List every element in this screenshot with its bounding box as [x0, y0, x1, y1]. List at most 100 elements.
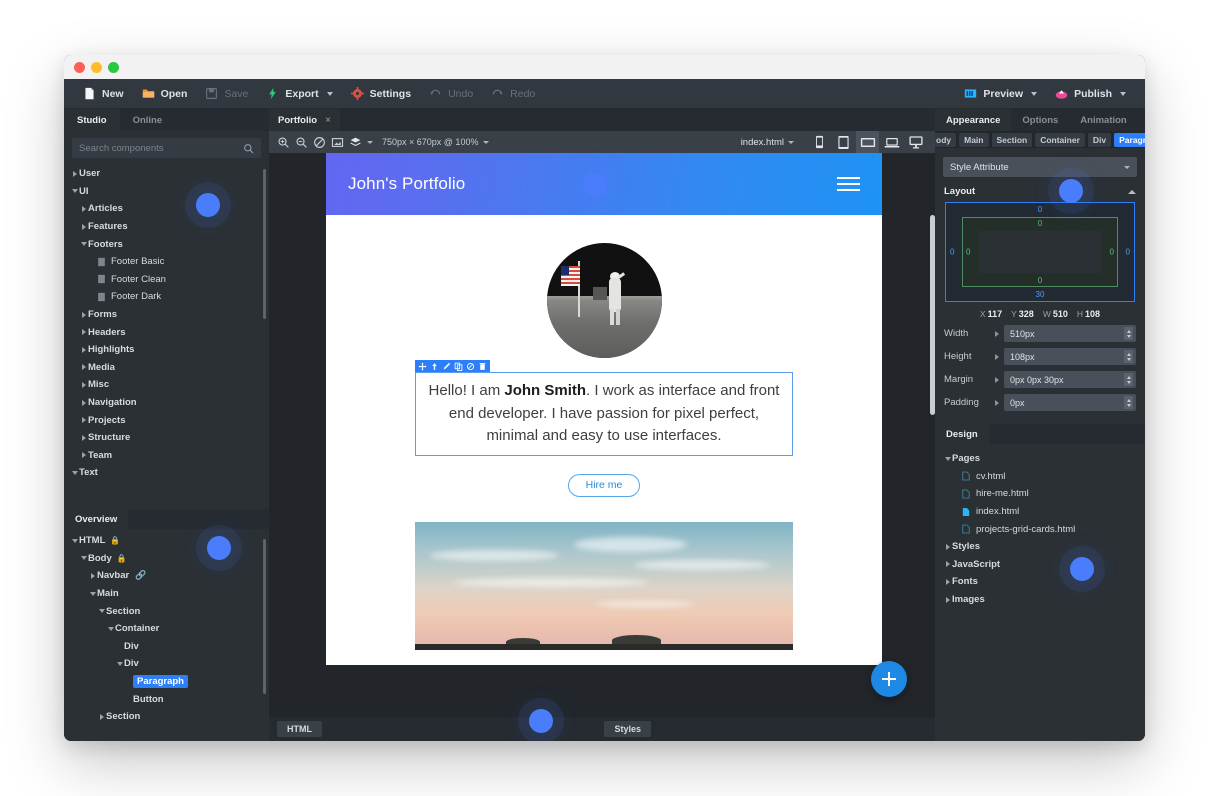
property-stepper[interactable]	[1124, 327, 1133, 340]
twisty-collapsed-icon[interactable]	[79, 381, 88, 388]
component-tree-item[interactable]: User	[64, 165, 269, 183]
publish-button[interactable]: Publish	[1046, 79, 1135, 109]
device-desktop-button[interactable]	[904, 131, 927, 153]
property-input-width[interactable]: 510px	[1004, 325, 1136, 342]
tab-studio[interactable]: Studio	[64, 109, 120, 131]
design-file-item[interactable]: index.html	[935, 503, 1145, 521]
component-tree-item[interactable]: Forms	[64, 306, 269, 324]
page-selector-caret-icon[interactable]	[788, 140, 794, 144]
lock-icon[interactable]: 🔒	[117, 554, 127, 563]
component-tree-item[interactable]: Structure	[64, 429, 269, 447]
design-group-item[interactable]: Pages	[935, 450, 1145, 468]
tab-animation[interactable]: Animation	[1069, 109, 1137, 131]
component-tree-item[interactable]: Media	[64, 359, 269, 377]
tab-options[interactable]: Options	[1011, 109, 1069, 131]
property-stepper[interactable]	[1124, 396, 1133, 409]
canvas-area[interactable]: John's Portfolio Hello! I am John Smith.…	[269, 153, 935, 717]
dom-tree-item[interactable]: Div	[64, 638, 269, 656]
maximize-window-button[interactable]	[108, 61, 119, 73]
close-window-button[interactable]	[74, 61, 85, 73]
twisty-expanded-icon[interactable]	[79, 556, 88, 561]
breadcrumb-item[interactable]: Paragraph	[1114, 132, 1145, 147]
twisty-expanded-icon[interactable]	[79, 242, 88, 247]
padding-left-value[interactable]: 0	[966, 248, 970, 257]
export-button[interactable]: Export	[257, 79, 341, 109]
chevron-down-icon[interactable]	[1124, 165, 1130, 169]
page-selector[interactable]: index.html	[741, 137, 794, 148]
padding-right-value[interactable]: 0	[1110, 248, 1114, 257]
twisty-expanded-icon[interactable]	[70, 189, 79, 194]
component-tree-item[interactable]: Articles	[64, 200, 269, 218]
edit-pencil-icon[interactable]	[442, 362, 451, 371]
component-tree-item[interactable]: Footer Dark	[64, 288, 269, 306]
twisty-collapsed-icon[interactable]	[943, 543, 952, 550]
margin-top-value[interactable]: 0	[1038, 205, 1042, 214]
design-file-item[interactable]: cv.html	[935, 468, 1145, 486]
twisty-collapsed-icon[interactable]	[943, 596, 952, 603]
dom-tree-item[interactable]: Button	[64, 690, 269, 708]
twisty-collapsed-icon[interactable]	[88, 572, 97, 579]
twisty-collapsed-icon[interactable]	[79, 205, 88, 212]
canvas-vertical-scrollbar[interactable]	[930, 215, 935, 415]
property-stepper[interactable]	[1124, 350, 1133, 363]
document-tab-portfolio[interactable]: Portfolio ×	[269, 109, 340, 131]
device-small-screen-button[interactable]	[856, 131, 879, 153]
twisty-collapsed-icon[interactable]	[79, 311, 88, 318]
dom-tree-item[interactable]: HTML 🔒	[64, 532, 269, 550]
components-scrollbar[interactable]	[263, 169, 266, 319]
property-stepper[interactable]	[1124, 373, 1133, 386]
bottom-tab-styles[interactable]: Styles	[604, 721, 651, 737]
dom-tree[interactable]: HTML 🔒 Body 🔒 Navbar 🔗 Main Section Container Div…	[64, 529, 269, 741]
twisty-expanded-icon[interactable]	[70, 538, 79, 543]
breadcrumb-item[interactable]: ody	[935, 132, 957, 147]
twisty-collapsed-icon[interactable]	[79, 364, 88, 371]
delete-trash-icon[interactable]	[478, 362, 487, 371]
sky-landscape-image[interactable]	[415, 521, 793, 650]
new-button[interactable]: New	[74, 79, 133, 109]
breadcrumb-item[interactable]: Main	[959, 132, 989, 147]
dom-tree-item[interactable]: Container	[64, 620, 269, 638]
component-tree-item[interactable]: Headers	[64, 323, 269, 341]
select-parent-arrow-icon[interactable]	[430, 362, 439, 371]
settings-button[interactable]: Settings	[342, 79, 420, 109]
tab-online[interactable]: Online	[120, 109, 176, 131]
twisty-collapsed-icon[interactable]	[79, 346, 88, 353]
property-input-padding[interactable]: 0px	[1004, 394, 1136, 411]
design-file-item[interactable]: projects-grid-cards.html	[935, 520, 1145, 538]
redo-button[interactable]: Redo	[482, 79, 544, 109]
search-components-box[interactable]	[72, 138, 261, 158]
close-tab-icon[interactable]: ×	[325, 115, 331, 126]
dom-tree-item[interactable]: Section	[64, 708, 269, 726]
twisty-expanded-icon[interactable]	[97, 609, 106, 614]
twisty-collapsed-icon[interactable]	[79, 417, 88, 424]
twisty-expanded-icon[interactable]	[106, 626, 115, 631]
layers-caret-icon[interactable]	[367, 140, 373, 144]
twisty-expanded-icon[interactable]	[115, 661, 124, 666]
dom-tree-item[interactable]: Navbar 🔗	[64, 567, 269, 585]
twisty-collapsed-icon[interactable]	[79, 329, 88, 336]
margin-right-value[interactable]: 0	[1126, 248, 1130, 257]
twisty-collapsed-icon[interactable]	[943, 578, 952, 585]
padding-top-value[interactable]: 0	[1038, 219, 1042, 228]
design-group-item[interactable]: Styles	[935, 538, 1145, 556]
tab-appearance[interactable]: Appearance	[935, 109, 1012, 131]
property-expand-icon[interactable]	[995, 330, 999, 337]
twisty-collapsed-icon[interactable]	[79, 434, 88, 441]
avatar[interactable]	[546, 243, 662, 358]
dom-tree-item[interactable]: Div	[64, 655, 269, 673]
component-tree-item[interactable]: Misc	[64, 376, 269, 394]
preview-button[interactable]: Preview	[955, 79, 1046, 109]
dom-scrollbar[interactable]	[263, 539, 266, 694]
design-tree[interactable]: Pages cv.html hire-me.html index.html projec…	[935, 444, 1145, 608]
dom-tree-item[interactable]: Body 🔒	[64, 550, 269, 568]
lock-icon[interactable]: 🔒	[110, 536, 120, 545]
design-group-item[interactable]: JavaScript	[935, 556, 1145, 574]
zoom-in-icon[interactable]	[277, 136, 290, 149]
design-group-item[interactable]: Fonts	[935, 573, 1145, 591]
twisty-collapsed-icon[interactable]	[97, 713, 106, 720]
twisty-expanded-icon[interactable]	[70, 470, 79, 475]
link-icon[interactable]: 🔗	[135, 570, 146, 581]
export-caret-icon[interactable]	[326, 91, 333, 96]
padding-bottom-value[interactable]: 0	[1038, 276, 1042, 285]
breadcrumb-item[interactable]: Section	[991, 132, 1033, 147]
